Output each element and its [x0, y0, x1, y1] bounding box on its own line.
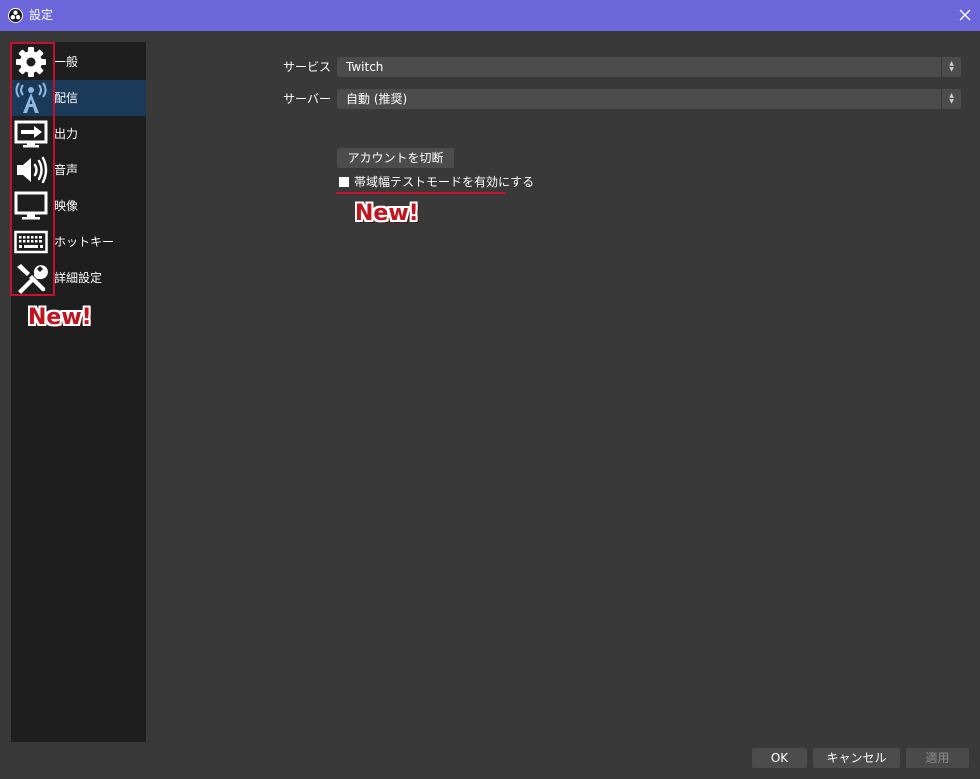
sidebar-item-label: 一般	[54, 55, 79, 69]
gear-icon	[13, 46, 49, 78]
bandwidth-test-label[interactable]: 帯域幅テストモードを有効にする	[354, 172, 534, 192]
server-select[interactable]: 自動 (推奨) ▲ ▼	[337, 89, 961, 109]
obs-logo-icon	[8, 8, 23, 23]
sidebar-item-audio[interactable]: 音声	[11, 152, 146, 188]
sidebar-item-video[interactable]: 映像	[11, 188, 146, 224]
title-bar: 設定	[0, 0, 980, 31]
bandwidth-test-underline	[336, 192, 506, 194]
sidebar-item-stream[interactable]: 配信	[11, 80, 146, 116]
disconnect-account-button[interactable]: アカウントを切断	[337, 148, 454, 168]
server-label: サーバー	[283, 92, 331, 106]
sidebar-item-general[interactable]: 一般	[11, 44, 146, 80]
new-badge-sidebar: New!	[28, 305, 92, 330]
sidebar-item-hotkeys[interactable]: ホットキー	[11, 224, 146, 260]
service-select-value: Twitch	[346, 60, 384, 74]
close-icon	[959, 9, 971, 21]
speaker-icon	[13, 154, 49, 186]
cancel-button[interactable]: キャンセル	[813, 748, 900, 768]
sidebar-item-label: 詳細設定	[54, 271, 103, 285]
chevron-updown-icon: ▲ ▼	[941, 57, 961, 77]
chevron-updown-icon: ▲ ▼	[941, 89, 961, 109]
window-title: 設定	[29, 8, 54, 22]
apply-button[interactable]: 適用	[906, 748, 969, 768]
server-select-value: 自動 (推奨)	[346, 92, 408, 106]
sidebar-item-label: 映像	[54, 199, 79, 213]
sidebar-item-label: 音声	[54, 163, 79, 177]
service-select[interactable]: Twitch ▲ ▼	[337, 57, 961, 77]
sidebar-item-label: 出力	[54, 127, 79, 141]
sidebar-item-output[interactable]: 出力	[11, 116, 146, 152]
monitor-icon	[13, 190, 49, 222]
sidebar-item-label: 配信	[54, 91, 79, 105]
keyboard-icon	[13, 226, 49, 258]
ok-button[interactable]: OK	[752, 748, 807, 768]
output-monitor-icon	[13, 118, 49, 150]
service-label: サービス	[282, 60, 331, 74]
sidebar-item-advanced[interactable]: 詳細設定	[11, 260, 146, 296]
close-button[interactable]	[954, 4, 976, 26]
bandwidth-test-checkbox[interactable]	[339, 177, 349, 187]
new-badge-bandwidth: New!	[355, 201, 419, 226]
settings-sidebar: 一般 配信 出力 音声 映像 ホットキー 詳細設定	[11, 42, 146, 742]
broadcast-antenna-icon	[13, 82, 49, 114]
wrench-screwdriver-icon	[13, 262, 49, 294]
sidebar-item-label: ホットキー	[54, 235, 115, 249]
